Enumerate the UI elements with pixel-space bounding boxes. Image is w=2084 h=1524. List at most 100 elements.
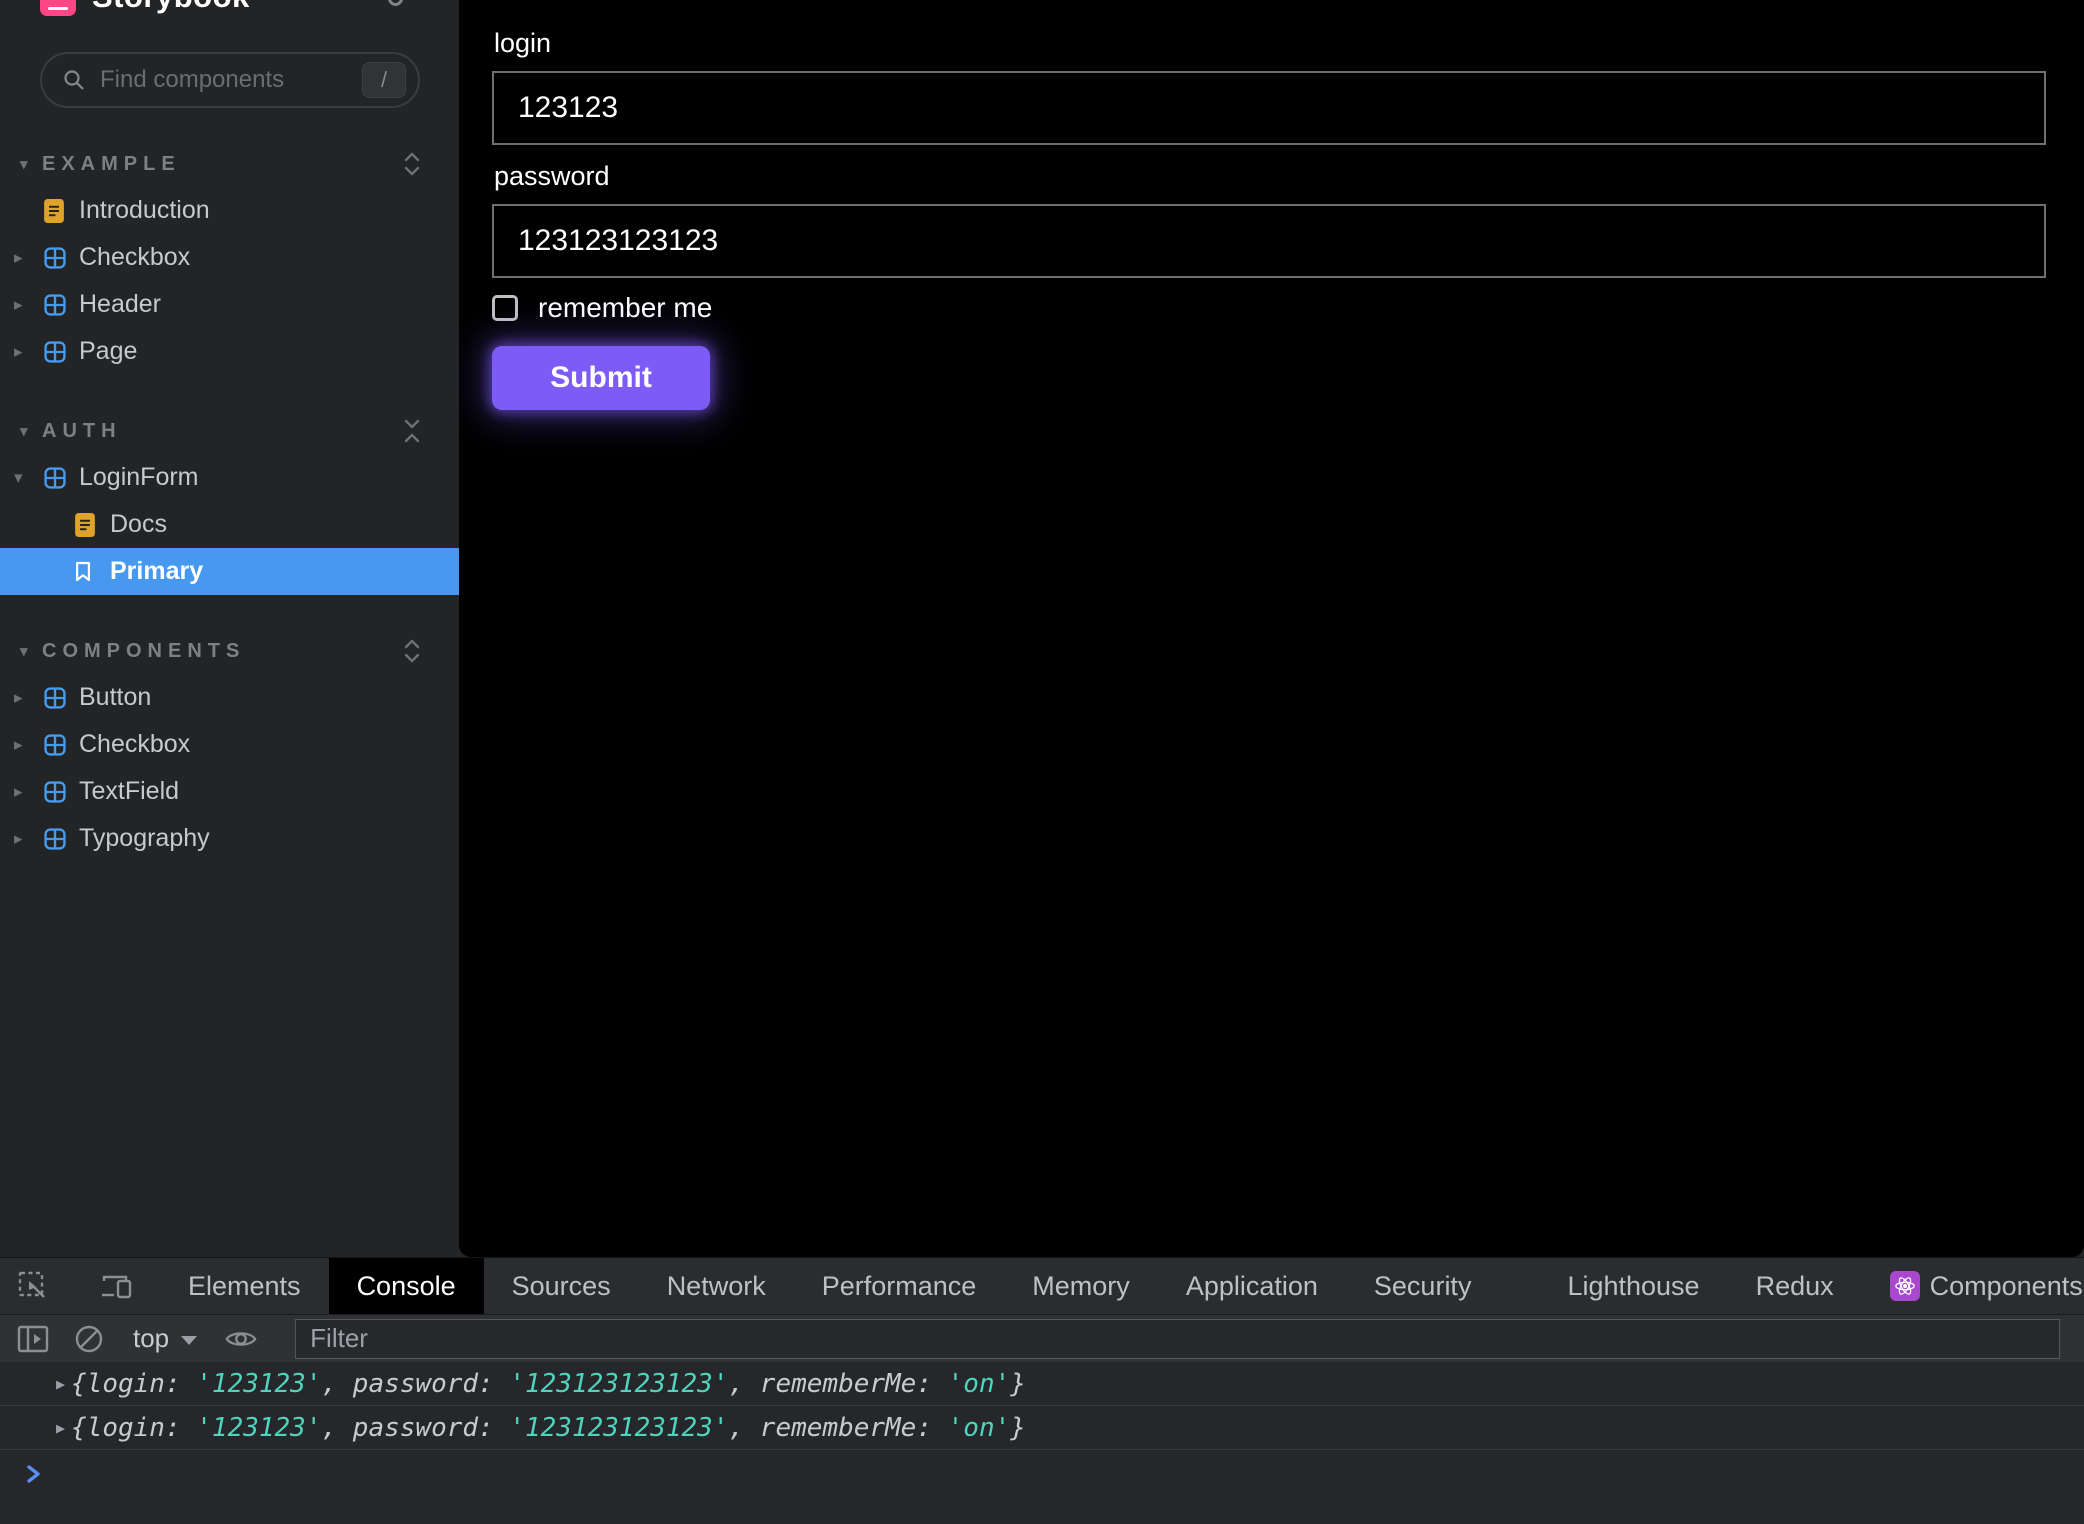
component-icon bbox=[44, 686, 66, 710]
caret-right-icon[interactable]: ▸ bbox=[14, 248, 44, 268]
section-header-components[interactable]: ▾ COMPONENTS bbox=[0, 628, 459, 674]
section-example: ▾ EXAMPLE Introduction ▸ Checkbox ▸ bbox=[0, 141, 459, 375]
search-icon bbox=[62, 68, 86, 92]
caret-right-icon[interactable]: ▸ bbox=[14, 342, 44, 362]
tab-console[interactable]: Console bbox=[329, 1258, 484, 1314]
caret-right-icon[interactable]: ▸ bbox=[14, 735, 44, 755]
sidebar-item-label: Primary bbox=[110, 557, 203, 586]
component-icon bbox=[44, 780, 66, 804]
clear-console-icon[interactable] bbox=[72, 1322, 106, 1356]
search-input[interactable]: Find components / bbox=[40, 52, 420, 108]
tab-elements[interactable]: Elements bbox=[160, 1258, 329, 1314]
section-label: EXAMPLE bbox=[42, 153, 181, 176]
login-form: login password remember me Submit bbox=[492, 28, 2046, 410]
bookmark-icon bbox=[75, 560, 97, 584]
tab-network[interactable]: Network bbox=[639, 1258, 794, 1314]
tab-security[interactable]: Security bbox=[1346, 1258, 1500, 1314]
tab-react-components[interactable]: Components bbox=[1862, 1258, 2084, 1314]
devtools-panel: Elements Console Sources Network Perform… bbox=[0, 1257, 2084, 1524]
component-icon bbox=[44, 293, 66, 317]
console-sidebar-toggle-icon[interactable] bbox=[16, 1322, 50, 1356]
prompt-chevron-icon bbox=[24, 1461, 44, 1487]
tab-lighthouse[interactable]: Lighthouse bbox=[1539, 1258, 1727, 1314]
caret-down-icon[interactable]: ▾ bbox=[14, 468, 44, 488]
section-label: AUTH bbox=[42, 420, 122, 443]
devtools-tabbar: Elements Console Sources Network Perform… bbox=[0, 1257, 2084, 1314]
document-icon bbox=[75, 513, 97, 537]
tab-sources[interactable]: Sources bbox=[484, 1258, 639, 1314]
sidebar-item-primary-selected[interactable]: Primary bbox=[0, 548, 459, 595]
component-icon bbox=[44, 733, 66, 757]
live-expression-eye-icon[interactable] bbox=[224, 1322, 258, 1356]
sidebar-item-checkbox-example[interactable]: ▸ Checkbox bbox=[0, 234, 459, 281]
sidebar-item-introduction[interactable]: Introduction bbox=[0, 187, 459, 234]
sidebar-item-loginform[interactable]: ▾ LoginForm bbox=[0, 454, 459, 501]
caret-down-icon: ▾ bbox=[20, 642, 42, 660]
caret-right-icon[interactable]: ▸ bbox=[14, 295, 44, 315]
component-icon bbox=[44, 827, 66, 851]
console-filter-input[interactable] bbox=[295, 1319, 2060, 1359]
sidebar-item-label: Button bbox=[79, 683, 151, 712]
sidebar-menu-icon[interactable] bbox=[388, 0, 403, 6]
component-icon bbox=[44, 340, 66, 364]
expand-object-icon[interactable]: ▶ bbox=[56, 1419, 65, 1437]
collapse-all-icon[interactable] bbox=[401, 417, 423, 445]
expand-object-icon[interactable]: ▶ bbox=[56, 1375, 65, 1393]
login-label: login bbox=[494, 28, 2046, 59]
remember-me-label: remember me bbox=[538, 292, 712, 324]
password-field[interactable] bbox=[492, 204, 2046, 278]
sidebar-item-label: Page bbox=[79, 337, 137, 366]
document-icon bbox=[44, 199, 66, 223]
sidebar-item-label: TextField bbox=[79, 777, 179, 806]
story-preview-canvas: login password remember me Submit bbox=[459, 0, 2084, 1257]
sidebar-item-typography[interactable]: ▸ Typography bbox=[0, 815, 459, 862]
section-auth: ▾ AUTH ▾ LoginForm Docs bbox=[0, 408, 459, 595]
react-devtools-icon bbox=[1890, 1271, 1920, 1301]
console-toolbar: top bbox=[0, 1314, 2084, 1362]
device-toolbar-icon[interactable] bbox=[100, 1269, 134, 1303]
section-components: ▾ COMPONENTS ▸ Button ▸ Checkbox ▸ bbox=[0, 628, 459, 862]
tab-performance[interactable]: Performance bbox=[794, 1258, 1005, 1314]
search-shortcut-badge: / bbox=[362, 62, 406, 98]
sidebar-item-button[interactable]: ▸ Button bbox=[0, 674, 459, 721]
section-label: COMPONENTS bbox=[42, 640, 245, 663]
inspect-element-icon[interactable] bbox=[16, 1269, 50, 1303]
caret-right-icon[interactable]: ▸ bbox=[14, 829, 44, 849]
caret-right-icon[interactable]: ▸ bbox=[14, 688, 44, 708]
console-log-row: ▶ {login: '123123', password: '123123123… bbox=[0, 1362, 2084, 1406]
sidebar-item-label: Header bbox=[79, 290, 161, 319]
sidebar-item-page[interactable]: ▸ Page bbox=[0, 328, 459, 375]
search-placeholder: Find components bbox=[100, 66, 284, 94]
caret-down-icon: ▾ bbox=[20, 422, 42, 440]
caret-down-icon: ▾ bbox=[20, 155, 42, 173]
tab-memory[interactable]: Memory bbox=[1004, 1258, 1158, 1314]
storybook-logo-icon bbox=[40, 0, 76, 16]
sidebar-item-label: Checkbox bbox=[79, 243, 190, 272]
expand-all-icon[interactable] bbox=[401, 637, 423, 665]
sidebar-item-header[interactable]: ▸ Header bbox=[0, 281, 459, 328]
execution-context-selector[interactable]: top bbox=[133, 1323, 197, 1354]
chevron-down-icon bbox=[181, 1336, 197, 1345]
storybook-logo-text: Storybook bbox=[92, 0, 250, 15]
console-prompt[interactable] bbox=[0, 1450, 2084, 1498]
tab-redux[interactable]: Redux bbox=[1728, 1258, 1862, 1314]
remember-me-checkbox[interactable] bbox=[492, 295, 518, 321]
sidebar-item-label: Checkbox bbox=[79, 730, 190, 759]
console-log-row: ▶ {login: '123123', password: '123123123… bbox=[0, 1406, 2084, 1450]
component-icon bbox=[44, 466, 66, 490]
tab-application[interactable]: Application bbox=[1158, 1258, 1346, 1314]
sidebar-item-textfield[interactable]: ▸ TextField bbox=[0, 768, 459, 815]
sidebar-item-checkbox-components[interactable]: ▸ Checkbox bbox=[0, 721, 459, 768]
section-header-auth[interactable]: ▾ AUTH bbox=[0, 408, 459, 454]
storybook-sidebar: Storybook Find components / ▾ EXAMPLE bbox=[0, 0, 459, 1257]
sidebar-item-label: Docs bbox=[110, 510, 167, 539]
storybook-logo[interactable]: Storybook bbox=[40, 0, 420, 18]
caret-right-icon[interactable]: ▸ bbox=[14, 782, 44, 802]
section-header-example[interactable]: ▾ EXAMPLE bbox=[0, 141, 459, 187]
login-field[interactable] bbox=[492, 71, 2046, 145]
password-label: password bbox=[494, 161, 2046, 192]
submit-button[interactable]: Submit bbox=[492, 346, 710, 410]
sidebar-item-docs[interactable]: Docs bbox=[0, 501, 459, 548]
expand-all-icon[interactable] bbox=[401, 150, 423, 178]
component-icon bbox=[44, 246, 66, 270]
